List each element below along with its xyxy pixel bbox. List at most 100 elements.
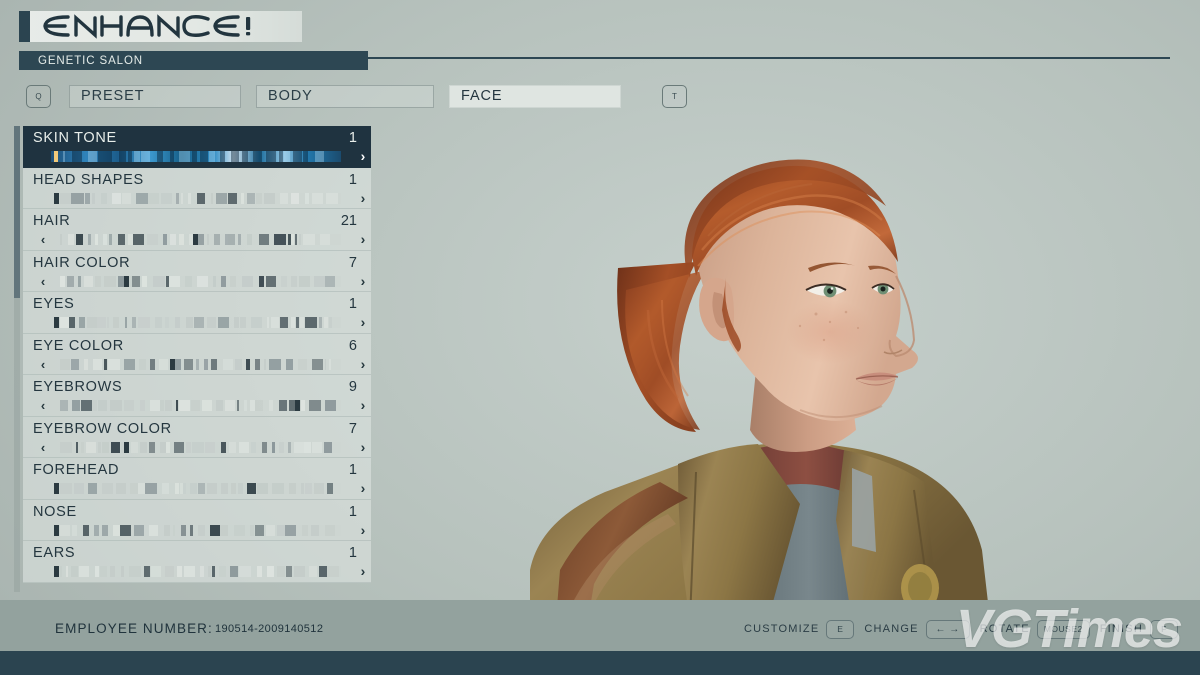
attribute-row[interactable]: NOSE 1 ‹› <box>23 499 371 541</box>
slider-tick <box>299 317 304 328</box>
attribute-row[interactable]: HAIR 21 ‹ › <box>23 209 371 251</box>
slider-tick <box>206 317 216 328</box>
slider-next-arrow-icon[interactable]: › <box>355 231 371 247</box>
slider-track[interactable] <box>51 151 341 162</box>
slider-tick <box>234 317 240 328</box>
slider-tick <box>239 441 249 453</box>
slider-track[interactable] <box>51 275 341 287</box>
slider-tick <box>151 566 161 577</box>
slider-track[interactable] <box>51 317 341 328</box>
slider-tick <box>134 151 140 162</box>
control-hint-key[interactable]: ← → <box>925 619 970 639</box>
slider-next-arrow-icon[interactable]: › <box>355 273 371 289</box>
slider-tick <box>69 317 76 328</box>
control-hint-label: FINISH <box>1099 623 1143 635</box>
slider-prev-arrow-icon[interactable]: ‹ <box>35 275 51 288</box>
attribute-slider[interactable]: ‹ <box>35 150 361 163</box>
slider-next-arrow-icon[interactable]: › <box>355 563 371 579</box>
slider-cursor <box>53 317 59 328</box>
slider-next-arrow-icon[interactable]: › <box>355 522 371 538</box>
slider-track[interactable] <box>51 441 341 453</box>
control-hint: CUSTOMIZE E <box>744 619 855 639</box>
slider-next-arrow-icon[interactable]: › <box>355 480 371 496</box>
tab-preset[interactable]: PRESET <box>69 84 241 108</box>
slider-next-arrow-icon[interactable]: › <box>355 356 371 372</box>
control-hint-key[interactable]: MOUSE2 <box>1036 619 1090 639</box>
slider-tick <box>324 441 332 453</box>
attribute-slider[interactable]: ‹ <box>35 482 361 495</box>
slider-tick <box>169 275 181 287</box>
slider-prev-arrow-icon[interactable]: ‹ <box>35 358 51 371</box>
slider-tick <box>216 400 224 411</box>
attribute-slider[interactable]: ‹ <box>35 399 361 412</box>
attribute-row[interactable]: FOREHEAD 1 ‹› <box>23 458 371 500</box>
slider-track[interactable] <box>51 524 341 536</box>
attribute-slider[interactable]: ‹ <box>35 441 361 454</box>
slider-track[interactable] <box>51 566 341 577</box>
slider-tick <box>59 275 66 287</box>
slider-next-arrow-icon[interactable]: › <box>355 439 371 455</box>
list-scrollbar-track[interactable] <box>14 126 20 592</box>
attribute-slider[interactable]: ‹ <box>35 316 361 329</box>
slider-track[interactable] <box>51 358 341 370</box>
attribute-slider[interactable]: ‹ <box>35 524 361 537</box>
attribute-slider[interactable]: ‹ <box>35 192 361 205</box>
tab-face[interactable]: FACE <box>449 84 621 108</box>
slider-tick <box>206 234 209 245</box>
slider-prev-arrow-icon[interactable]: ‹ <box>35 233 51 246</box>
slider-tick <box>230 483 236 494</box>
slider-track[interactable] <box>51 483 341 494</box>
attribute-row[interactable]: SKIN TONE 1 ‹› <box>23 126 371 168</box>
slider-tick <box>309 400 321 411</box>
slider-tick <box>59 234 62 245</box>
slider-tick <box>294 566 305 577</box>
attribute-row[interactable]: EYE COLOR 6 ‹ › <box>23 333 371 375</box>
slider-track[interactable] <box>51 400 341 411</box>
slider-tick <box>325 400 337 411</box>
slider-tick <box>95 566 99 577</box>
attribute-row[interactable]: EYEBROWS 9 ‹ › <box>23 375 371 417</box>
attribute-value: 9 <box>348 379 357 395</box>
slider-tick <box>65 566 69 577</box>
slider-tick <box>141 275 147 287</box>
slider-tick <box>280 192 289 204</box>
attribute-row[interactable]: EYEBROW COLOR 7 ‹ › <box>23 416 371 458</box>
attribute-slider[interactable]: ‹ <box>35 275 361 288</box>
control-hint-key[interactable]: F <box>1150 619 1178 639</box>
employee-number-value: 190514-2009140512 <box>215 623 324 635</box>
attribute-slider[interactable]: ‹ <box>35 233 361 246</box>
slider-prev-arrow-icon[interactable]: ‹ <box>35 399 51 412</box>
slider-tick <box>304 192 309 204</box>
slider-track[interactable] <box>51 234 341 245</box>
character-viewport[interactable] <box>380 110 1200 600</box>
control-hint-key[interactable]: E <box>826 619 855 639</box>
slider-track[interactable] <box>51 192 341 204</box>
list-scrollbar-thumb[interactable] <box>14 126 20 298</box>
slider-next-arrow-icon[interactable]: › <box>355 314 371 330</box>
slider-tick <box>100 566 108 577</box>
slider-tick <box>229 441 237 453</box>
attribute-slider[interactable]: ‹ <box>35 565 361 578</box>
slider-next-arrow-icon[interactable]: › <box>355 190 371 206</box>
slider-tick <box>139 441 148 453</box>
attribute-slider[interactable]: ‹ <box>35 358 361 371</box>
slider-tick <box>251 441 257 453</box>
attribute-row[interactable]: HAIR COLOR 7 ‹ › <box>23 250 371 292</box>
attribute-row[interactable]: HEAD SHAPES 1 ‹› <box>23 167 371 209</box>
tab-next-key[interactable]: T <box>662 84 687 108</box>
slider-prev-arrow-icon[interactable]: ‹ <box>35 441 51 454</box>
tab-body[interactable]: BODY <box>256 84 434 108</box>
slider-next-arrow-icon[interactable]: › <box>355 148 371 164</box>
slider-tick <box>155 317 163 328</box>
slider-tick <box>84 192 90 204</box>
attribute-row[interactable]: EARS 1 ‹› <box>23 541 371 583</box>
slider-tick <box>224 234 228 245</box>
slider-tick <box>98 151 105 162</box>
slider-next-arrow-icon[interactable]: › <box>355 397 371 413</box>
slider-tick <box>300 483 304 494</box>
slider-tick <box>311 524 319 536</box>
attribute-row[interactable]: EYES 1 ‹› <box>23 292 371 334</box>
slider-tick <box>87 317 98 328</box>
slider-tick <box>197 192 205 204</box>
tab-prev-key[interactable]: Q <box>26 84 51 108</box>
